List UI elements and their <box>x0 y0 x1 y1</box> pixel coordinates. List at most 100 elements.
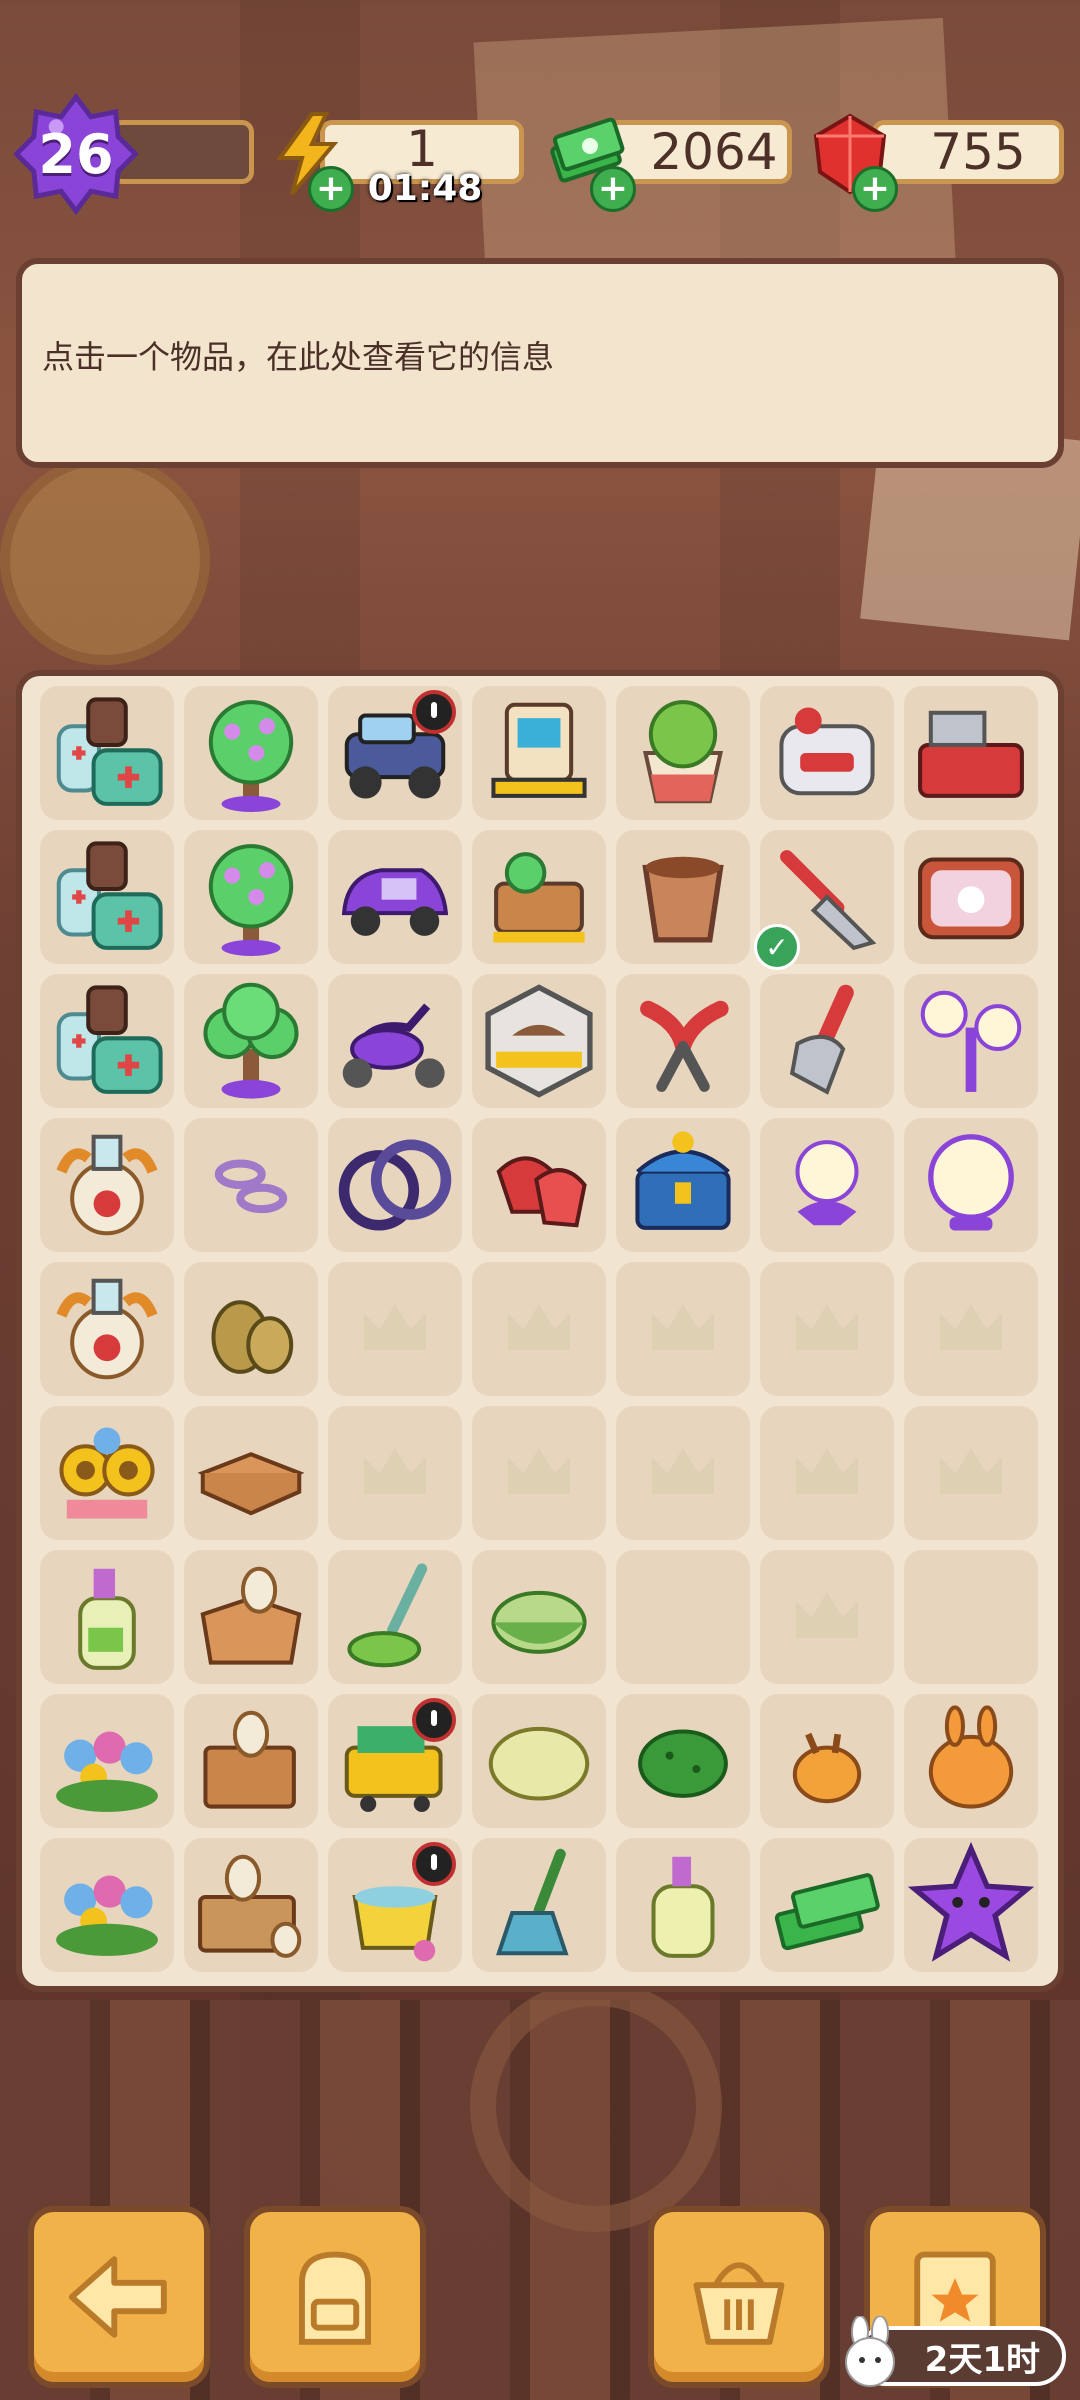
basket-button[interactable] <box>648 2206 830 2388</box>
board-cell[interactable] <box>184 1550 318 1684</box>
board-cell[interactable] <box>184 1118 318 1252</box>
board-cell[interactable] <box>40 974 174 1108</box>
board-cell[interactable] <box>184 1262 318 1396</box>
board-cell-empty[interactable] <box>904 1262 1038 1396</box>
treasure-chest-icon[interactable] <box>616 1118 750 1252</box>
green-sponge-icon[interactable] <box>616 1694 750 1828</box>
board-cell-empty[interactable] <box>616 1262 750 1396</box>
toolbox-open-icon[interactable] <box>904 686 1038 820</box>
pet-tag-sign-icon[interactable] <box>472 974 606 1108</box>
bunny-lantern-small-icon[interactable] <box>760 1694 894 1828</box>
board-cell[interactable] <box>40 1694 174 1828</box>
board-cell[interactable] <box>40 686 174 820</box>
pink-ribbons-icon[interactable] <box>184 1118 318 1252</box>
board-cell-empty[interactable] <box>472 1262 606 1396</box>
board-cell[interactable] <box>40 1406 174 1540</box>
board-cell-empty[interactable] <box>328 1262 462 1396</box>
flower-basket-icon[interactable] <box>40 1694 174 1828</box>
board-cell[interactable] <box>184 1406 318 1540</box>
board-cell[interactable] <box>472 1838 606 1972</box>
board-cell[interactable] <box>904 830 1038 964</box>
board-cell[interactable]: ✓ <box>754 830 894 970</box>
purple-scooter-icon[interactable] <box>328 974 462 1108</box>
board-cell[interactable] <box>328 1838 462 1972</box>
board-cell[interactable] <box>760 1118 894 1252</box>
board-cell[interactable] <box>40 830 174 964</box>
board-cell[interactable] <box>760 1838 894 1972</box>
potted-plant-icon[interactable] <box>616 686 750 820</box>
board-cell[interactable] <box>616 1118 750 1252</box>
board-cell-locked[interactable] <box>616 1550 750 1684</box>
board-cell[interactable] <box>184 974 318 1108</box>
backpack-button[interactable] <box>244 2206 426 2388</box>
cardboard-flat-icon[interactable] <box>184 1406 318 1540</box>
board-cell[interactable] <box>472 1694 606 1828</box>
board-cell[interactable] <box>904 686 1038 820</box>
wooden-pet-bed-icon[interactable] <box>472 830 606 964</box>
board-cell[interactable] <box>40 1118 174 1252</box>
board-cell-empty[interactable] <box>904 1406 1038 1540</box>
board-cell[interactable] <box>616 686 750 820</box>
board-cell[interactable] <box>328 974 462 1108</box>
board-cell-empty[interactable] <box>760 1550 894 1684</box>
board-cell[interactable] <box>760 974 894 1108</box>
add-energy-button[interactable]: + <box>308 166 354 212</box>
board-cell[interactable] <box>760 1694 894 1828</box>
bunny-lantern-icon[interactable] <box>904 1694 1038 1828</box>
board-cell[interactable] <box>472 830 606 964</box>
first-aid-supplies-icon[interactable] <box>40 686 174 820</box>
board-cell[interactable] <box>472 1118 606 1252</box>
board-cell[interactable] <box>760 686 894 820</box>
clay-pot-icon[interactable] <box>616 830 750 964</box>
board-cell[interactable] <box>328 1118 462 1252</box>
cash-counter[interactable]: 2064 <box>606 120 792 184</box>
add-cash-button[interactable]: + <box>590 166 636 212</box>
back-button[interactable] <box>28 2206 210 2388</box>
cash-stack-icon[interactable] <box>760 1838 894 1972</box>
spray-bottle-icon[interactable] <box>40 1550 174 1684</box>
pet-vending-stand-icon[interactable] <box>472 686 606 820</box>
board-cell[interactable] <box>904 974 1038 1108</box>
board-cell[interactable] <box>616 1694 750 1828</box>
board-cell[interactable] <box>40 1550 174 1684</box>
red-gloves-icon[interactable] <box>472 1118 606 1252</box>
add-gems-button[interactable]: + <box>852 166 898 212</box>
board-cell[interactable] <box>328 1694 462 1828</box>
first-aid-supplies-icon[interactable] <box>40 974 174 1108</box>
dragon-vase-icon[interactable] <box>40 1262 174 1396</box>
soap-bar-icon[interactable] <box>472 1694 606 1828</box>
dragon-vase-icon[interactable] <box>40 1118 174 1252</box>
crystal-orb-icon[interactable] <box>904 1118 1038 1252</box>
sponge-cake-icon[interactable] <box>472 1550 606 1684</box>
board-cell[interactable] <box>616 974 750 1108</box>
retro-tv-bunny-icon[interactable] <box>904 830 1038 964</box>
garden-shovel-icon[interactable] <box>760 974 894 1108</box>
pruning-shears-icon[interactable] <box>616 974 750 1108</box>
first-aid-supplies-icon[interactable] <box>40 830 174 964</box>
board-cell[interactable] <box>328 1550 462 1684</box>
crate-pottery-icon[interactable] <box>184 1838 318 1972</box>
flower-basket-icon[interactable] <box>40 1838 174 1972</box>
broom-green-icon[interactable] <box>328 1550 462 1684</box>
board-cell[interactable] <box>472 686 606 820</box>
board-cell-locked[interactable] <box>904 1550 1038 1684</box>
board-cell[interactable] <box>40 1838 174 1972</box>
bottle-brush-icon[interactable] <box>472 1838 606 1972</box>
board-cell[interactable] <box>472 1550 606 1684</box>
board-cell[interactable] <box>472 974 606 1108</box>
board-cell[interactable] <box>40 1262 174 1396</box>
gem-counter[interactable]: 755 <box>872 120 1064 184</box>
board-cell[interactable] <box>184 830 318 964</box>
street-lamp-double-icon[interactable] <box>904 974 1038 1108</box>
board-cell[interactable] <box>616 1838 750 1972</box>
board-cell[interactable] <box>328 686 462 820</box>
board-cell[interactable] <box>904 1838 1038 1972</box>
crate-vases-icon[interactable] <box>184 1694 318 1828</box>
board-cell[interactable] <box>616 830 750 964</box>
purple-car-icon[interactable] <box>328 830 462 964</box>
purple-star-icon[interactable] <box>904 1838 1038 1972</box>
board-cell[interactable] <box>184 1694 318 1828</box>
burlap-sacks-icon[interactable] <box>184 1262 318 1396</box>
board-cell-empty[interactable] <box>328 1406 462 1540</box>
flower-tree-blooming-icon[interactable] <box>184 830 318 964</box>
